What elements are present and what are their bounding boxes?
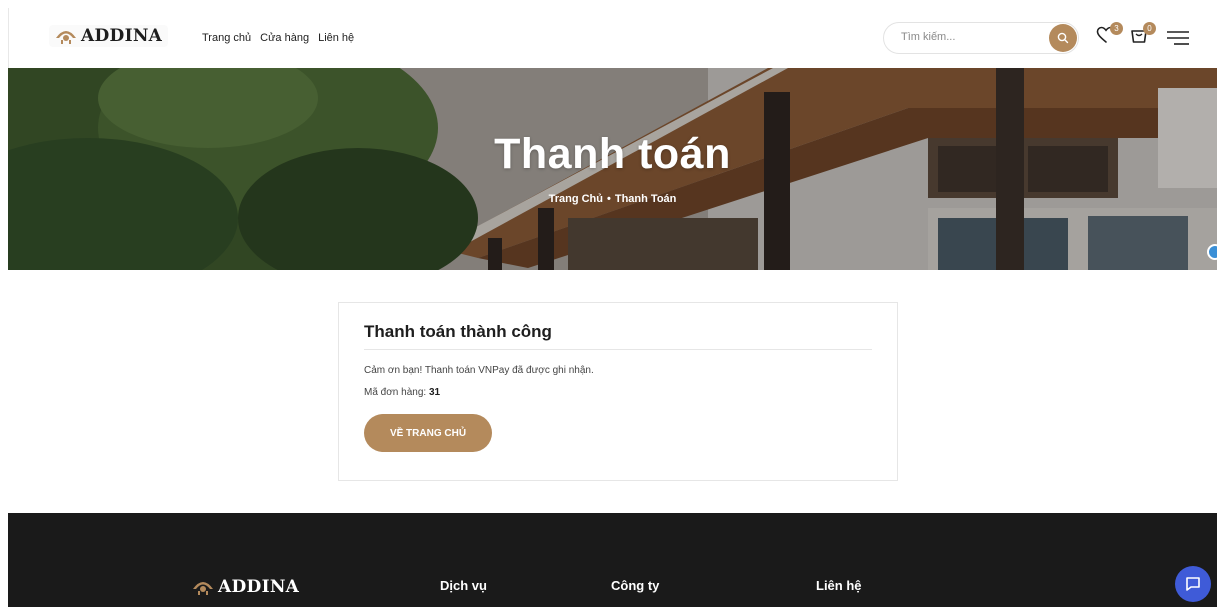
- chat-icon: [1186, 577, 1200, 591]
- breadcrumb-separator: •: [607, 193, 611, 205]
- search-button[interactable]: [1049, 24, 1077, 52]
- back-home-button[interactable]: VỀ TRANG CHỦ: [364, 414, 492, 452]
- page-banner: Thanh toán Trang Chủ • Thanh Toán: [8, 68, 1217, 270]
- site-header: ADDINA Trang chủ Cửa hàng Liên hệ 3 0: [8, 8, 1217, 68]
- site-footer: ADDINA Dịch vụ Công ty Liên hệ: [8, 513, 1217, 607]
- result-message: Cảm ơn bạn! Thanh toán VNPay đã được ghi…: [364, 365, 594, 376]
- order-info: Mã đơn hàng: 31: [364, 387, 440, 398]
- main-nav: Trang chủ Cửa hàng Liên hệ: [202, 32, 354, 44]
- search-box: [883, 22, 1079, 54]
- wishlist-count-badge: 3: [1110, 22, 1123, 35]
- footer-logo[interactable]: ADDINA: [192, 577, 299, 597]
- breadcrumb-home[interactable]: Trang Chủ: [549, 193, 603, 205]
- footer-heading-contact: Liên hệ: [816, 578, 862, 593]
- search-icon: [1057, 32, 1069, 44]
- divider: [364, 349, 872, 350]
- breadcrumb-current: Thanh Toán: [614, 193, 677, 205]
- footer-heading-company: Công ty: [611, 578, 660, 593]
- payment-result-card: Thanh toán thành công Cảm ơn bạn! Thanh …: [338, 302, 898, 481]
- order-label: Mã đơn hàng:: [364, 387, 427, 398]
- result-title: Thanh toán thành công: [364, 322, 552, 341]
- page-title: Thanh toán: [494, 130, 731, 178]
- brand-logo[interactable]: ADDINA: [49, 25, 169, 47]
- cart-count-badge: 0: [1143, 22, 1156, 35]
- footer-logo-icon: [193, 582, 213, 595]
- brand-name: ADDINA: [81, 26, 163, 46]
- menu-button[interactable]: [1166, 30, 1190, 46]
- chat-button[interactable]: [1175, 566, 1211, 602]
- logo-icon: [56, 31, 76, 44]
- search-input[interactable]: [901, 31, 1031, 43]
- footer-brand-name: ADDINA: [218, 577, 300, 597]
- nav-contact[interactable]: Liên hệ: [318, 32, 354, 44]
- menu-icon: [1167, 31, 1189, 45]
- nav-shop[interactable]: Cửa hàng: [260, 32, 309, 44]
- cart-button[interactable]: 0: [1129, 22, 1156, 50]
- wishlist-button[interactable]: 3: [1096, 22, 1123, 50]
- breadcrumb: Trang Chủ • Thanh Toán: [8, 193, 1217, 205]
- floating-edge-button[interactable]: [1207, 244, 1217, 260]
- order-id: 31: [428, 387, 441, 398]
- footer-heading-services: Dịch vụ: [440, 578, 487, 593]
- nav-home[interactable]: Trang chủ: [202, 32, 251, 44]
